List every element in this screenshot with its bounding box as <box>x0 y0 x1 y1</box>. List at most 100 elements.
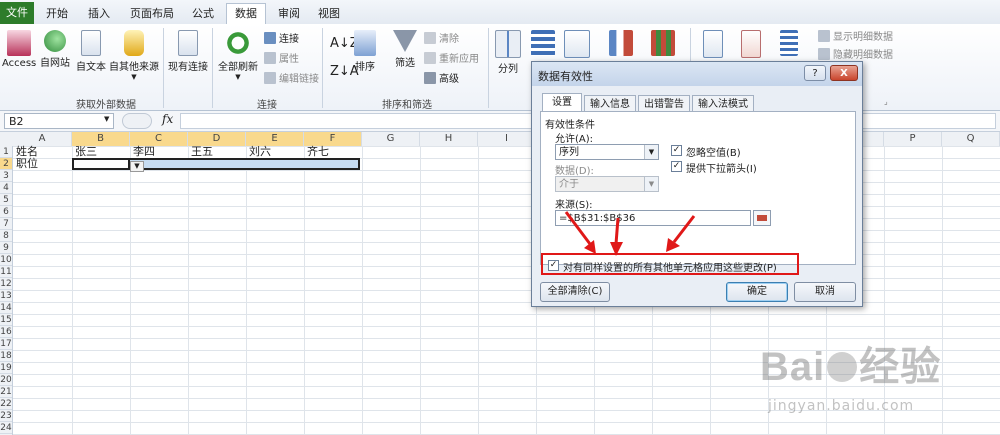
row-header[interactable]: 14 <box>0 302 12 314</box>
sort-button[interactable]: 排序 <box>350 30 380 73</box>
existing-connections-button[interactable]: 现有连接 <box>166 30 210 73</box>
access-button[interactable]: Access <box>2 30 36 69</box>
refresh-all-button[interactable]: 全部刷新 ▼ <box>216 30 260 81</box>
row-header[interactable]: 6 <box>0 206 12 218</box>
advanced-filter-button[interactable]: 高级 <box>424 72 459 88</box>
row-header[interactable]: 9 <box>0 242 12 254</box>
name-box[interactable]: B2 <box>4 113 114 129</box>
connections-button[interactable]: 连接 <box>264 32 299 48</box>
chevron-down-icon: ▼ <box>644 177 658 191</box>
link-icon <box>264 72 276 84</box>
tab-error-alert[interactable]: 出错警告 <box>638 95 690 112</box>
row-header[interactable]: 7 <box>0 218 12 230</box>
row-header[interactable]: 15 <box>0 314 12 326</box>
row-header[interactable]: 10 <box>0 254 12 266</box>
row-header[interactable]: 3 <box>0 170 12 182</box>
range-select-button[interactable] <box>753 210 771 226</box>
ungroup-button[interactable] <box>738 30 764 60</box>
dialog-title: 数据有效性 <box>538 70 593 83</box>
tab-page-layout[interactable]: 页面布局 <box>124 4 180 24</box>
what-if-button[interactable] <box>648 30 678 58</box>
ignore-blank-checkbox[interactable]: ✓ <box>671 145 682 156</box>
row-header[interactable]: 16 <box>0 326 12 338</box>
cell-b1[interactable]: 张三 <box>73 146 97 158</box>
row-header[interactable]: 22 <box>0 398 12 410</box>
consolidate-button[interactable] <box>606 30 636 58</box>
insert-function-button[interactable]: fx <box>162 112 173 126</box>
active-cell[interactable] <box>72 158 130 170</box>
tab-review[interactable]: 审阅 <box>272 4 306 24</box>
cell-e1[interactable]: 刘六 <box>247 146 271 158</box>
edit-links-button[interactable]: 编辑链接 <box>264 72 319 88</box>
column-header[interactable]: E <box>246 132 304 146</box>
column-header[interactable]: B <box>72 132 130 146</box>
from-text-button[interactable]: 自文本 <box>74 30 108 73</box>
row-header[interactable]: 5 <box>0 194 12 206</box>
cell-a2[interactable]: 职位 <box>14 158 38 170</box>
from-web-button[interactable]: 自网站 <box>38 30 72 69</box>
column-header[interactable]: C <box>130 132 188 146</box>
reapply-button[interactable]: 重新应用 <box>424 52 479 68</box>
row-header[interactable]: 2 <box>0 158 12 170</box>
subtotal-button[interactable] <box>776 30 802 58</box>
row-header[interactable]: 23 <box>0 410 12 422</box>
tab-input-message[interactable]: 输入信息 <box>584 95 636 112</box>
close-button[interactable]: X <box>830 65 858 81</box>
data-select[interactable]: 介于 ▼ <box>555 176 659 192</box>
column-header[interactable]: D <box>188 132 246 146</box>
row-header[interactable]: 20 <box>0 374 12 386</box>
tab-settings[interactable]: 设置 <box>542 93 582 112</box>
help-button[interactable]: ? <box>804 65 826 81</box>
column-header[interactable]: H <box>420 132 478 146</box>
column-header[interactable]: G <box>362 132 420 146</box>
cell-f1[interactable]: 齐七 <box>305 146 329 158</box>
properties-button[interactable]: 属性 <box>264 52 299 68</box>
tab-data[interactable]: 数据 <box>226 3 266 25</box>
tab-insert[interactable]: 插入 <box>82 4 116 24</box>
dialog-title-bar[interactable]: 数据有效性 ? X <box>532 62 862 86</box>
clear-all-button[interactable]: 全部清除(C) <box>540 282 610 302</box>
row-header[interactable]: 13 <box>0 290 12 302</box>
row-header[interactable]: 17 <box>0 338 12 350</box>
row-header[interactable]: 19 <box>0 362 12 374</box>
chevron-down-icon[interactable]: ▼ <box>104 115 109 123</box>
row-header[interactable]: 11 <box>0 266 12 278</box>
dialog-launcher-icon[interactable]: ⌟ <box>884 94 888 110</box>
remove-duplicates-button[interactable] <box>528 30 558 58</box>
row-header[interactable]: 21 <box>0 386 12 398</box>
row-header[interactable]: 12 <box>0 278 12 290</box>
section-title: 有效性条件 <box>545 120 595 131</box>
tab-formulas[interactable]: 公式 <box>186 4 220 24</box>
column-header[interactable]: A <box>13 132 72 146</box>
data-validation-button[interactable] <box>562 30 592 60</box>
cell-dropdown-arrow[interactable]: ▼ <box>130 161 144 172</box>
clear-filter-button[interactable]: 清除 <box>424 32 459 48</box>
row-header[interactable]: 24 <box>0 422 12 434</box>
show-detail-button[interactable]: 显示明细数据 <box>818 30 893 46</box>
tab-file[interactable]: 文件 <box>0 2 34 24</box>
tab-view[interactable]: 视图 <box>312 4 346 24</box>
column-header[interactable]: F <box>304 132 362 146</box>
tab-ime-mode[interactable]: 输入法模式 <box>692 95 754 112</box>
tab-home[interactable]: 开始 <box>40 4 74 24</box>
text-to-columns-button[interactable]: 分列 <box>492 30 524 75</box>
text-file-icon <box>81 30 101 56</box>
filter-button[interactable]: 筛选 <box>388 30 422 69</box>
ok-button[interactable]: 确定 <box>726 282 788 302</box>
group-button[interactable] <box>700 30 726 60</box>
allow-select[interactable]: 序列 ▼ <box>555 144 659 160</box>
row-header[interactable]: 4 <box>0 182 12 194</box>
column-header[interactable]: Q <box>942 132 1000 146</box>
watermark-brand: Bai <box>760 345 826 389</box>
formula-bar-toggle[interactable] <box>122 113 152 129</box>
column-header[interactable]: P <box>884 132 942 146</box>
cell-d1[interactable]: 王五 <box>189 146 213 158</box>
column-header[interactable]: I <box>478 132 536 146</box>
cancel-button[interactable]: 取消 <box>794 282 856 302</box>
cell-c1[interactable]: 李四 <box>131 146 155 158</box>
dropdown-checkbox[interactable]: ✓ <box>671 161 682 172</box>
row-header[interactable]: 1 <box>0 146 12 158</box>
from-other-sources-button[interactable]: 自其他来源 ▼ <box>108 30 160 81</box>
row-header[interactable]: 8 <box>0 230 12 242</box>
row-header[interactable]: 18 <box>0 350 12 362</box>
